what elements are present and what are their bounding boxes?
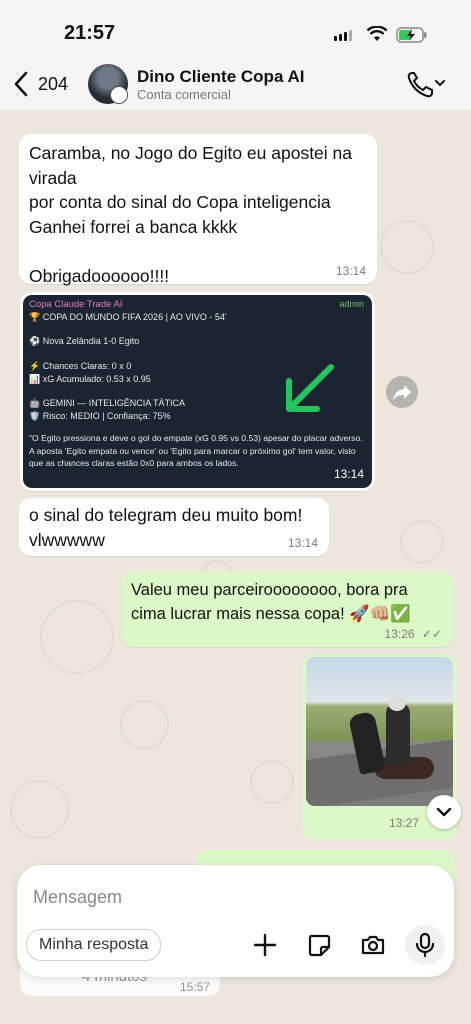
message-input[interactable] [31,881,415,913]
wifi-icon [366,26,388,41]
unread-count[interactable]: 204 [38,74,68,95]
message-composer: Minha resposta [17,865,454,977]
image-message-telegram-screenshot[interactable]: Copa Claude Trade AI admin 🏆 COPA DO MUN… [20,292,375,491]
screenshot-line: 🛡️ Risco: MEDIO | Confiança: 75% [29,411,171,421]
plus-icon[interactable] [251,931,279,959]
forward-icon [393,385,411,400]
cellular-signal-icon [334,30,352,41]
chat-header: 204 Dino Cliente Copa AI Conta comercial [0,58,471,110]
message-time: 13:14 [335,264,366,278]
message-time: 13:14 [333,467,364,481]
message-bubble-incoming[interactable]: Caramba, no Jogo do Egito eu apostei na … [19,134,377,286]
contact-subtitle: Conta comercial [137,87,231,102]
message-text: Valeu meu parceiroooooooo, bora pra cima… [131,581,411,623]
sticker-icon[interactable] [305,931,333,959]
screenshot-line: 🤖 GEMINI — INTELIGÊNCIA TÁTICA [29,398,186,408]
screenshot-paragraph: "O Egito pressiona e deve o gol do empat… [29,433,363,468]
screenshot-admin-badge: admin [339,299,364,309]
message-time: 13:26 [384,627,415,641]
message-time-row: 13:26 ✓✓ [385,627,442,641]
battery-charging-icon [396,27,427,43]
screenshot-line: ⚡ Chances Claras: 0 x 0 [29,361,132,371]
screenshot-line: 📊 xG Acumulado: 0.53 x 0.95 [29,374,151,384]
screenshot-sender: Copa Claude Trade AI [29,299,123,310]
camera-icon[interactable] [359,931,387,959]
chevron-down-icon [436,807,452,817]
message-text: o sinal do telegram deu muito bom! vlwww… [29,505,303,550]
green-arrow-icon [286,364,334,412]
status-bar: 21:57 [0,0,471,58]
forward-button[interactable] [386,376,418,408]
status-time: 21:57 [64,22,116,44]
message-time: 15:57 [180,980,211,994]
voice-call-icon[interactable] [406,70,446,98]
quick-reply-chip[interactable]: Minha resposta [26,929,162,961]
read-receipt-icon: ✓✓ [421,627,442,641]
screenshot-line: 🏆 COPA DO MUNDO FIFA 2026 | AO VIVO - 54… [29,312,227,322]
mic-button[interactable] [405,925,445,965]
message-bubble-outgoing[interactable]: Valeu meu parceiroooooooo, bora pra cima… [121,572,453,647]
message-text: Caramba, no Jogo do Egito eu apostei na … [29,143,352,286]
microphone-icon [415,932,435,958]
message-bubble-incoming[interactable]: o sinal do telegram deu muito bom! vlwww… [19,498,329,556]
message-time: 13:27 [389,816,420,830]
photo-image [306,657,453,806]
screenshot-image: Copa Claude Trade AI admin 🏆 COPA DO MUN… [23,295,372,488]
screenshot-line: ⚽ Nova Zelândia 1-0 Egito [29,336,140,346]
scroll-to-bottom-button[interactable] [427,795,461,829]
message-time: 13:14 [287,536,318,550]
business-badge-icon [110,86,128,104]
back-chevron-icon[interactable] [12,70,30,98]
contact-name[interactable]: Dino Cliente Copa AI [137,67,305,87]
